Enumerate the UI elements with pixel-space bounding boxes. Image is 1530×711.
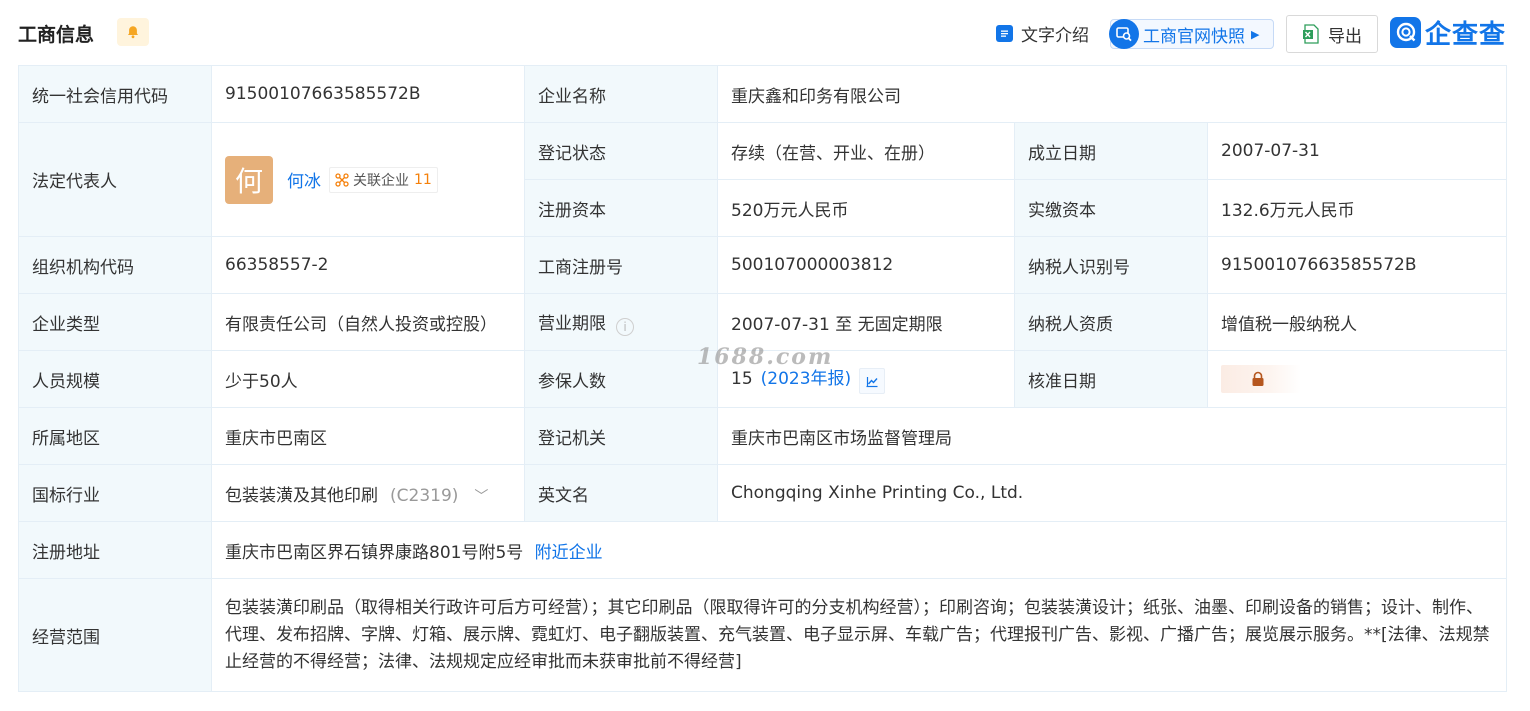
table-row: 组织机构代码 66358557-2 工商注册号 500107000003812 … xyxy=(18,236,1508,294)
taxpayer-qual-value: 增值税一般纳税人 xyxy=(1206,293,1508,351)
annual-report-link[interactable]: (2023年报) xyxy=(761,369,852,389)
text-intro-button[interactable]: 文字介绍 xyxy=(996,20,1089,46)
paid-capital-label: 实缴资本 xyxy=(1014,179,1208,237)
reg-status-label: 登记状态 xyxy=(524,122,718,180)
business-term-label: 营业期限 xyxy=(538,313,606,334)
table-row: 所属地区 重庆市巴南区 登记机关 重庆市巴南区市场监督管理局 xyxy=(18,407,1508,465)
snapshot-search-icon xyxy=(1109,19,1139,49)
credit-code-label: 统一社会信用代码 xyxy=(18,65,212,123)
industry-label: 国标行业 xyxy=(18,464,212,522)
address-cell: 重庆市巴南区界石镇界康路801号附5号 附近企业 xyxy=(210,521,1508,579)
export-label: 导出 xyxy=(1328,26,1362,47)
trend-chart-icon[interactable] xyxy=(859,368,886,394)
reg-no-label: 工商注册号 xyxy=(524,236,718,294)
company-type-label: 企业类型 xyxy=(18,293,212,351)
snapshot-label: 工商官网快照 xyxy=(1143,26,1245,47)
chevron-down-icon[interactable]: ﹀ xyxy=(474,489,488,505)
legal-rep-cell: 何 何冰 关联企业 11 xyxy=(211,122,525,237)
table-row: 法定代表人 何 何冰 关联企业 11 登记状态 存续（在营、开业、在册） 成立日… xyxy=(18,122,1508,237)
industry-cell[interactable]: 包装装潢及其他印刷 (C2319) ﹀ xyxy=(211,464,525,522)
business-info-table: 统一社会信用代码 91500107663585572B 企业名称 重庆鑫和印务有… xyxy=(18,65,1508,692)
business-term-label-cell: 营业期限 i xyxy=(524,293,718,351)
reg-capital-label: 注册资本 xyxy=(524,179,718,237)
related-companies-button[interactable]: 关联企业 11 xyxy=(329,166,438,193)
company-type-value: 有限责任公司（自然人投资或控股） xyxy=(211,293,525,351)
related-companies-label: 关联企业 xyxy=(353,172,409,189)
reg-no-value: 500107000003812 xyxy=(717,236,1015,294)
locked-value[interactable] xyxy=(1221,365,1301,393)
text-intro-label: 文字介绍 xyxy=(1021,25,1089,46)
staff-size-label: 人员规模 xyxy=(18,350,212,408)
table-row: 经营范围 包装装潢印刷品（取得相关行政许可后方可经营）；其它印刷品（限取得许可的… xyxy=(18,578,1508,692)
taxpayer-qual-label: 纳税人资质 xyxy=(1014,293,1208,351)
address-label: 注册地址 xyxy=(18,521,212,579)
scope-label: 经营范围 xyxy=(18,578,212,692)
avatar[interactable]: 何 xyxy=(225,155,273,204)
staff-size-value: 少于50人 xyxy=(211,350,525,408)
brand-logo-icon xyxy=(1390,16,1421,48)
reg-authority-label: 登记机关 xyxy=(524,407,718,465)
related-companies-count: 11 xyxy=(414,171,432,188)
info-icon[interactable]: i xyxy=(616,317,634,336)
table-row: 企业类型 有限责任公司（自然人投资或控股） 营业期限 i 2007-07-31 至… xyxy=(18,293,1508,351)
document-icon xyxy=(996,24,1013,42)
industry-value: 包装装潢及其他印刷 xyxy=(225,485,378,506)
legal-rep-name-link[interactable]: 何冰 xyxy=(287,167,321,192)
lock-icon xyxy=(1252,371,1264,386)
table-row: 国标行业 包装装潢及其他印刷 (C2319) ﹀ 英文名 Chongqing Xin… xyxy=(18,464,1508,522)
company-name-value: 重庆鑫和印务有限公司 xyxy=(716,65,1508,123)
approval-date-label: 核准日期 xyxy=(1014,350,1208,408)
brand-logo: 企查查 xyxy=(1390,15,1507,50)
bell-icon[interactable] xyxy=(117,18,149,46)
network-icon xyxy=(335,172,349,187)
region-value: 重庆市巴南区 xyxy=(211,407,525,465)
org-code-label: 组织机构代码 xyxy=(18,236,212,294)
tax-id-label: 纳税人识别号 xyxy=(1014,236,1208,294)
industry-code: (C2319) xyxy=(390,485,459,506)
excel-icon xyxy=(1303,24,1319,44)
org-code-value: 66358557-2 xyxy=(211,236,525,294)
watermark: 1688.com xyxy=(697,344,834,370)
export-button[interactable]: 导出 xyxy=(1286,15,1378,53)
established-label: 成立日期 xyxy=(1014,122,1208,180)
section-header: 工商信息 文字介绍 工商官网快照 ▶ 导出 企查查 xyxy=(0,0,1530,66)
paid-capital-value: 132.6万元人民币 xyxy=(1206,179,1508,237)
table-row: 统一社会信用代码 91500107663585572B 企业名称 重庆鑫和印务有… xyxy=(18,65,1508,123)
reg-authority-value: 重庆市巴南区市场监督管理局 xyxy=(716,407,1508,465)
reg-status-value: 存续（在营、开业、在册） xyxy=(717,122,1015,180)
brand-name: 企查查 xyxy=(1425,19,1507,50)
official-snapshot-button[interactable]: 工商官网快照 ▶ xyxy=(1109,19,1274,49)
established-value: 2007-07-31 xyxy=(1206,122,1508,180)
business-term-value: 2007-07-31 至 无固定期限 xyxy=(717,293,1015,351)
table-row: 注册地址 重庆市巴南区界石镇界康路801号附5号 附近企业 xyxy=(18,521,1508,579)
insured-value: 15 xyxy=(731,369,753,389)
credit-code-value: 91500107663585572B xyxy=(211,65,525,123)
company-name-label: 企业名称 xyxy=(524,65,718,123)
legal-rep-label: 法定代表人 xyxy=(18,122,212,237)
reg-capital-value: 520万元人民币 xyxy=(717,179,1015,237)
address-value: 重庆市巴南区界石镇界康路801号附5号 xyxy=(225,542,524,563)
english-name-label: 英文名 xyxy=(524,464,718,522)
insured-label: 参保人数 xyxy=(524,350,718,408)
english-name-value: Chongqing Xinhe Printing Co., Ltd. xyxy=(716,464,1508,522)
region-label: 所属地区 xyxy=(18,407,212,465)
tax-id-value: 91500107663585572B xyxy=(1206,236,1508,294)
caret-right-icon: ▶ xyxy=(1251,27,1260,41)
section-title: 工商信息 xyxy=(18,24,95,46)
approval-date-cell xyxy=(1206,350,1508,408)
scope-value: 包装装潢印刷品（取得相关行政许可后方可经营）；其它印刷品（限取得许可的分支机构经… xyxy=(210,578,1508,692)
nearby-companies-link[interactable]: 附近企业 xyxy=(535,543,603,563)
